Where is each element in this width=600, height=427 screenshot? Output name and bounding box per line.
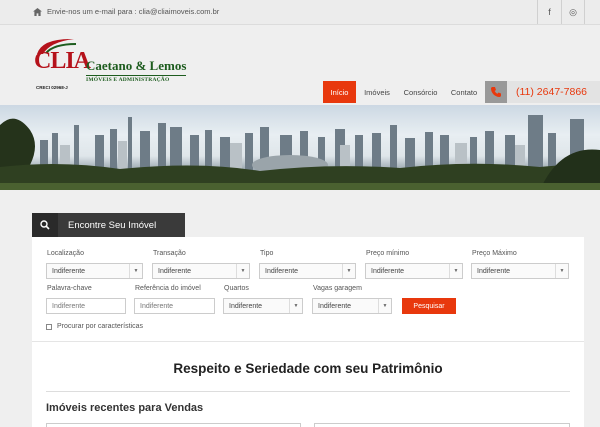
select-tipo[interactable]: Indiferente ▼ — [259, 263, 356, 279]
reference-input[interactable]: Indiferente — [134, 298, 215, 314]
nav-contato[interactable]: Contato — [445, 81, 483, 103]
features-toggle[interactable]: Procurar por características — [46, 323, 143, 330]
brand-name: Caetano & Lemos IMÓVEIS E ADMINISTRAÇÃO — [86, 58, 187, 83]
select-quartos[interactable]: Indiferente ▼ — [223, 298, 303, 314]
email-contact[interactable]: Envie-nos um e-mail para : clia@cliaimov… — [33, 7, 219, 16]
skyline-image — [0, 115, 600, 190]
keyword-input[interactable]: Indiferente — [46, 298, 126, 314]
search-tab[interactable]: Encontre Seu Imóvel — [32, 213, 185, 237]
label-referencia: Referência do imóvel — [135, 285, 201, 292]
chevron-down-icon: ▼ — [129, 264, 142, 278]
home-icon — [33, 7, 42, 16]
property-card[interactable] — [314, 423, 570, 427]
checkbox-icon — [46, 323, 52, 330]
instagram-icon[interactable]: ◎ — [561, 0, 585, 24]
divider — [32, 341, 584, 342]
label-preco-minimo: Preço mínimo — [366, 250, 410, 257]
facebook-icon[interactable]: f — [537, 0, 561, 24]
divider — [46, 391, 570, 392]
select-preco-minimo[interactable]: Indiferente ▼ — [365, 263, 463, 279]
label-vagas-garagem: Vagas garagem — [313, 285, 362, 292]
features-label: Procurar por características — [57, 323, 143, 330]
logo-word: CLIA — [34, 48, 91, 74]
select-localizacao[interactable]: Indiferente ▼ — [46, 263, 143, 279]
page-headline: Respeito e Seriedade com seu Patrimônio — [173, 361, 443, 376]
select-vagas-garagem[interactable]: Indiferente ▼ — [312, 298, 392, 314]
label-tipo: Tipo — [260, 250, 274, 257]
search-button[interactable]: Pesquisar — [402, 298, 456, 314]
search-tab-label: Encontre Seu Imóvel — [68, 219, 157, 231]
label-preco-maximo: Preço Máximo — [472, 250, 517, 257]
company-tagline: IMÓVEIS E ADMINISTRAÇÃO — [86, 75, 187, 83]
company-name: Caetano & Lemos — [86, 58, 187, 73]
city-skyline-banner — [0, 105, 600, 190]
chevron-down-icon: ▼ — [555, 264, 568, 278]
select-transacao[interactable]: Indiferente ▼ — [152, 263, 250, 279]
clia-logo[interactable]: CLIA CRECI 02968-J — [34, 36, 91, 92]
label-localizacao: Localização — [47, 250, 84, 257]
property-card[interactable] — [46, 423, 301, 427]
chevron-down-icon: ▼ — [236, 264, 249, 278]
label-transacao: Transação — [153, 250, 186, 257]
label-quartos: Quartos — [224, 285, 249, 292]
phone-box[interactable]: (11) 2647-7866 — [485, 81, 600, 103]
select-preco-maximo[interactable]: Indiferente ▼ — [471, 263, 569, 279]
phone-icon — [485, 81, 507, 103]
chevron-down-icon: ▼ — [289, 299, 302, 313]
chevron-down-icon: ▼ — [449, 264, 462, 278]
recent-listings-title: Imóveis recentes para Vendas — [46, 402, 204, 414]
search-icon — [32, 213, 58, 237]
label-palavra-chave: Palavra-chave — [47, 285, 92, 292]
phone-number: (11) 2647-7866 — [516, 86, 588, 98]
creci-number: CRECI 02968-J — [36, 85, 68, 90]
chevron-down-icon: ▼ — [342, 264, 355, 278]
nav-imoveis[interactable]: Imóveis — [358, 81, 396, 103]
chevron-down-icon: ▼ — [378, 299, 391, 313]
top-bar: Envie-nos um e-mail para : clia@cliaimov… — [0, 0, 600, 25]
nav-consorcio[interactable]: Consórcio — [398, 81, 443, 103]
nav-inicio[interactable]: Início — [323, 81, 356, 103]
email-text: Envie-nos um e-mail para : clia@cliaimov… — [47, 7, 220, 16]
